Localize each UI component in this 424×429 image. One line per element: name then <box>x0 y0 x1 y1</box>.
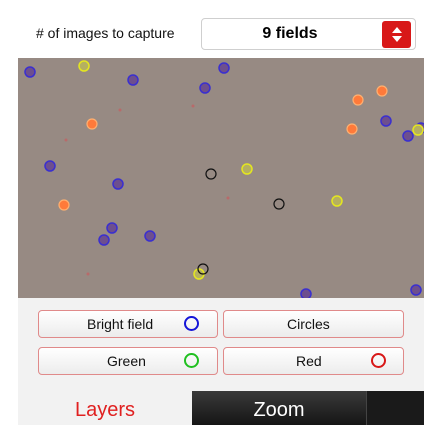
orange-cell <box>376 85 388 97</box>
microscope-image[interactable] <box>18 58 424 298</box>
green-cell <box>412 124 424 136</box>
orange-cell <box>58 199 70 211</box>
black-circle <box>205 168 217 180</box>
circles-label: Circles <box>287 316 330 332</box>
tab-spacer <box>366 391 424 425</box>
blue-cell <box>106 222 118 234</box>
debris-dot <box>86 272 90 276</box>
debris-dot <box>191 104 195 108</box>
tab-layers[interactable]: Layers <box>18 391 192 425</box>
tab-zoom[interactable]: Zoom <box>192 391 366 425</box>
blue-cell <box>44 160 56 172</box>
blue-cell <box>98 234 110 246</box>
capture-count-field[interactable]: 9 fields <box>201 18 416 50</box>
red-label: Red <box>296 353 322 369</box>
blue-cell <box>112 178 124 190</box>
orange-cell <box>346 123 358 135</box>
blue-cell <box>380 115 392 127</box>
blue-cell <box>402 130 414 142</box>
orange-cell <box>86 118 98 130</box>
blue-cell <box>127 74 139 86</box>
debris-dot <box>226 196 230 200</box>
green-label: Green <box>107 353 146 369</box>
chevron-down-icon[interactable] <box>392 36 402 42</box>
capture-count-stepper[interactable] <box>382 21 411 48</box>
bright-field-label: Bright field <box>87 316 154 332</box>
green-cell <box>78 60 90 72</box>
green-button[interactable]: Green <box>38 347 218 375</box>
blue-cell <box>218 62 230 74</box>
green-cell <box>241 163 253 175</box>
blue-circle-icon <box>184 316 199 331</box>
green-circle-icon <box>184 353 199 368</box>
circles-button[interactable]: Circles <box>223 310 404 338</box>
capture-count-value: 9 fields <box>262 25 318 42</box>
capture-count-label: # of images to capture <box>36 25 175 41</box>
blue-cell <box>199 82 211 94</box>
orange-cell <box>352 94 364 106</box>
red-circle-icon <box>371 353 386 368</box>
green-cell <box>331 195 343 207</box>
blue-cell <box>300 288 312 298</box>
bright-field-button[interactable]: Bright field <box>38 310 218 338</box>
top-bar: # of images to capture 9 fields <box>0 0 424 58</box>
blue-cell <box>24 66 36 78</box>
blue-cell <box>410 284 422 296</box>
red-button[interactable]: Red <box>223 347 404 375</box>
black-circle <box>273 198 285 210</box>
debris-dot <box>118 108 122 112</box>
layers-panel: Bright field Circles Green Red <box>18 298 424 391</box>
cell-overlay <box>24 60 424 298</box>
chevron-up-icon[interactable] <box>392 27 402 33</box>
debris-dot <box>64 138 68 142</box>
blue-cell <box>144 230 156 242</box>
